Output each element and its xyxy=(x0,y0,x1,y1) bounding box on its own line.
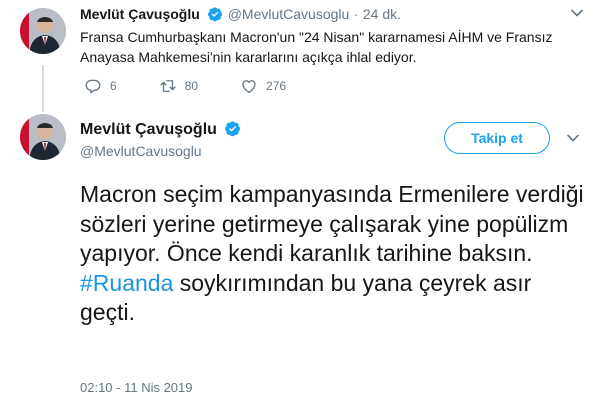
chevron-down-icon[interactable] xyxy=(570,6,584,20)
like-icon xyxy=(242,80,256,94)
parent-tweet-header: Mevlüt Çavuşoğlu @MevlutCavusoglu · 24 d… xyxy=(80,6,401,24)
like-count: 276 xyxy=(266,79,287,93)
retweet-count: 80 xyxy=(184,79,199,93)
avatar-portrait xyxy=(20,114,66,160)
header-separator: · xyxy=(353,6,359,22)
main-handle[interactable]: @MevlutCavusoglu xyxy=(80,143,202,159)
chevron-down-icon[interactable] xyxy=(566,131,580,145)
parent-handle[interactable]: @MevlutCavusoglu xyxy=(228,6,350,22)
reply-count: 6 xyxy=(110,79,117,93)
thread-connector-line xyxy=(42,65,44,112)
parent-tweet-text: Fransa Cumhurbaşkanı Macron'un "24 Nisan… xyxy=(80,29,553,65)
main-tweet-author: Mevlüt Çavuşoğlu xyxy=(80,120,241,139)
main-text-part-1: Macron seçim kampanyasında Ermenilere ve… xyxy=(80,181,584,266)
parent-avatar[interactable] xyxy=(20,8,66,54)
main-display-name[interactable]: Mevlüt Çavuşoğlu xyxy=(80,121,217,138)
main-tweet-text: Macron seçim kampanyasında Ermenilere ve… xyxy=(80,180,585,328)
reply-action[interactable]: 6 xyxy=(84,77,117,95)
retweet-action[interactable]: 80 xyxy=(159,77,198,95)
parent-display-name[interactable]: Mevlüt Çavuşoğlu xyxy=(80,6,200,22)
retweet-icon xyxy=(160,80,176,92)
follow-button[interactable]: Takip et xyxy=(444,122,550,154)
tweet-timestamp[interactable]: 02:10 - 11 Nis 2019 xyxy=(80,380,193,395)
parent-tweet-actions: 6 80 276 xyxy=(84,77,328,95)
reply-icon xyxy=(85,79,101,94)
parent-time[interactable]: 24 dk. xyxy=(363,6,401,22)
verified-badge-icon xyxy=(208,7,223,22)
verified-badge-icon xyxy=(225,121,241,137)
avatar-portrait xyxy=(20,8,66,54)
main-avatar[interactable] xyxy=(20,114,66,160)
hashtag-link[interactable]: #Ruanda xyxy=(80,270,173,296)
like-action[interactable]: 276 xyxy=(240,77,286,95)
